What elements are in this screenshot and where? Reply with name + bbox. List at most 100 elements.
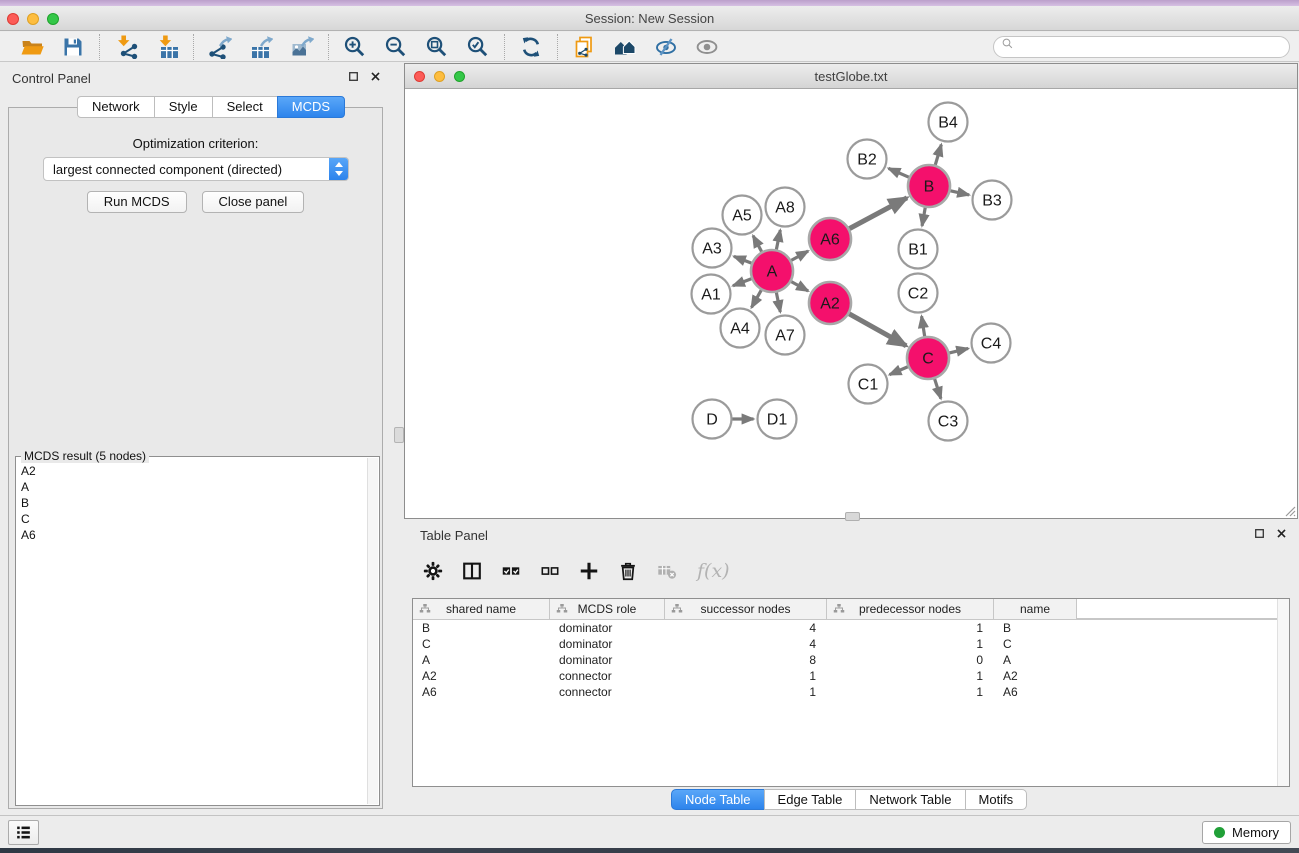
result-list-item[interactable]: A6 <box>17 527 366 543</box>
zoom-out-icon[interactable] <box>384 35 408 59</box>
graph-node-A6[interactable]: A6 <box>809 218 851 260</box>
table-cell[interactable]: C <box>994 636 1077 652</box>
table-row[interactable]: Adominator80A <box>413 652 1289 668</box>
export-network-icon[interactable] <box>208 35 232 59</box>
import-table-icon[interactable] <box>155 35 179 59</box>
first-neighbors-icon[interactable] <box>613 35 637 59</box>
table-cell[interactable]: dominator <box>550 620 665 636</box>
column-header-predecessor-nodes[interactable]: predecessor nodes <box>827 599 994 619</box>
table-cell[interactable]: B <box>994 620 1077 636</box>
graph-node-A4[interactable]: A4 <box>721 309 760 348</box>
network-zoom-button[interactable] <box>454 71 465 82</box>
table-cell[interactable]: dominator <box>550 636 665 652</box>
tab-network-table[interactable]: Network Table <box>855 789 965 810</box>
tab-motifs[interactable]: Motifs <box>965 789 1028 810</box>
minimize-window-button[interactable] <box>27 13 39 25</box>
column-header-shared-name[interactable]: shared name <box>413 599 550 619</box>
criterion-dropdown[interactable]: largest connected component (directed) <box>43 157 349 181</box>
select-all-icon[interactable] <box>500 560 522 582</box>
graph-node-C3[interactable]: C3 <box>929 402 968 441</box>
close-panel-icon[interactable] <box>369 70 382 83</box>
close-panel-icon[interactable] <box>1275 527 1288 540</box>
zoom-selected-icon[interactable] <box>466 35 490 59</box>
graph-node-A5[interactable]: A5 <box>723 196 762 235</box>
new-column-icon[interactable] <box>578 560 600 582</box>
table-cell[interactable]: A6 <box>413 684 550 700</box>
graph-node-C1[interactable]: C1 <box>849 365 888 404</box>
refresh-layout-icon[interactable] <box>519 35 543 59</box>
resize-grip-icon[interactable] <box>1282 503 1296 517</box>
graph-node-D[interactable]: D <box>693 400 732 439</box>
tab-select[interactable]: Select <box>212 96 278 118</box>
result-list-scrollbar[interactable] <box>367 458 378 804</box>
float-panel-icon[interactable] <box>1253 527 1266 540</box>
result-list-item[interactable]: B <box>17 495 366 511</box>
zoom-fit-icon[interactable] <box>425 35 449 59</box>
export-image-icon[interactable] <box>290 35 314 59</box>
table-cell[interactable]: A2 <box>994 668 1077 684</box>
graph-node-A3[interactable]: A3 <box>693 229 732 268</box>
network-canvas[interactable]: B4B2BB3A8A5A6A3B1AC2A1A2A4A7C4CC1C3DD1 <box>405 90 1297 518</box>
graph-node-B1[interactable]: B1 <box>899 230 938 269</box>
run-mcds-button[interactable]: Run MCDS <box>87 191 187 213</box>
tab-network[interactable]: Network <box>77 96 155 118</box>
table-row[interactable]: Cdominator41C <box>413 636 1289 652</box>
new-network-from-selection-icon[interactable] <box>572 35 596 59</box>
table-scrollbar[interactable] <box>1277 599 1289 786</box>
table-row[interactable]: A2connector11A2 <box>413 668 1289 684</box>
table-cell[interactable]: dominator <box>550 652 665 668</box>
graph-node-A[interactable]: A <box>751 250 793 292</box>
show-columns-icon[interactable] <box>461 560 483 582</box>
table-cell[interactable]: 0 <box>827 652 994 668</box>
network-minimize-button[interactable] <box>434 71 445 82</box>
table-cell[interactable]: C <box>413 636 550 652</box>
table-cell[interactable]: 1 <box>665 668 827 684</box>
vertical-split-handle[interactable] <box>394 427 404 443</box>
table-cell[interactable]: A <box>413 652 550 668</box>
graph-node-B4[interactable]: B4 <box>929 103 968 142</box>
table-cell[interactable]: 4 <box>665 636 827 652</box>
result-list-item[interactable]: C <box>17 511 366 527</box>
hide-selected-icon[interactable] <box>654 35 678 59</box>
table-cell[interactable]: A <box>994 652 1077 668</box>
save-session-icon[interactable] <box>61 35 85 59</box>
result-list-item[interactable]: A2 <box>17 463 366 479</box>
table-cell[interactable]: A2 <box>413 668 550 684</box>
graph-node-D1[interactable]: D1 <box>758 400 797 439</box>
graph-node-C2[interactable]: C2 <box>899 274 938 313</box>
column-header-successor-nodes[interactable]: successor nodes <box>665 599 827 619</box>
table-cell[interactable]: 1 <box>827 620 994 636</box>
export-table-icon[interactable] <box>249 35 273 59</box>
column-header-name[interactable]: name <box>994 599 1077 619</box>
zoom-in-icon[interactable] <box>343 35 367 59</box>
column-header-MCDS-role[interactable]: MCDS role <box>550 599 665 619</box>
graph-node-A8[interactable]: A8 <box>766 188 805 227</box>
table-cell[interactable]: 4 <box>665 620 827 636</box>
table-mode-icon[interactable] <box>422 560 444 582</box>
delete-table-icon[interactable] <box>656 560 678 582</box>
memory-button[interactable]: Memory <box>1202 821 1291 844</box>
tab-style[interactable]: Style <box>154 96 213 118</box>
graph-node-A2[interactable]: A2 <box>809 282 851 324</box>
graph-node-B[interactable]: B <box>908 165 950 207</box>
close-panel-button[interactable]: Close panel <box>202 191 305 213</box>
delete-columns-icon[interactable] <box>617 560 639 582</box>
tab-mcds[interactable]: MCDS <box>277 96 345 118</box>
table-cell[interactable]: 1 <box>827 684 994 700</box>
show-all-icon[interactable] <box>695 35 719 59</box>
graph-node-B3[interactable]: B3 <box>973 181 1012 220</box>
import-network-icon[interactable] <box>114 35 138 59</box>
search-input[interactable] <box>1016 40 1289 54</box>
network-close-button[interactable] <box>414 71 425 82</box>
table-cell[interactable]: connector <box>550 668 665 684</box>
table-cell[interactable]: 1 <box>827 636 994 652</box>
open-session-icon[interactable] <box>20 35 44 59</box>
graph-node-B2[interactable]: B2 <box>848 140 887 179</box>
table-cell[interactable]: B <box>413 620 550 636</box>
zoom-window-button[interactable] <box>47 13 59 25</box>
search-field[interactable] <box>993 36 1290 58</box>
float-panel-icon[interactable] <box>347 70 360 83</box>
unselect-all-icon[interactable] <box>539 560 561 582</box>
graph-node-A1[interactable]: A1 <box>692 275 731 314</box>
graph-node-A7[interactable]: A7 <box>766 316 805 355</box>
